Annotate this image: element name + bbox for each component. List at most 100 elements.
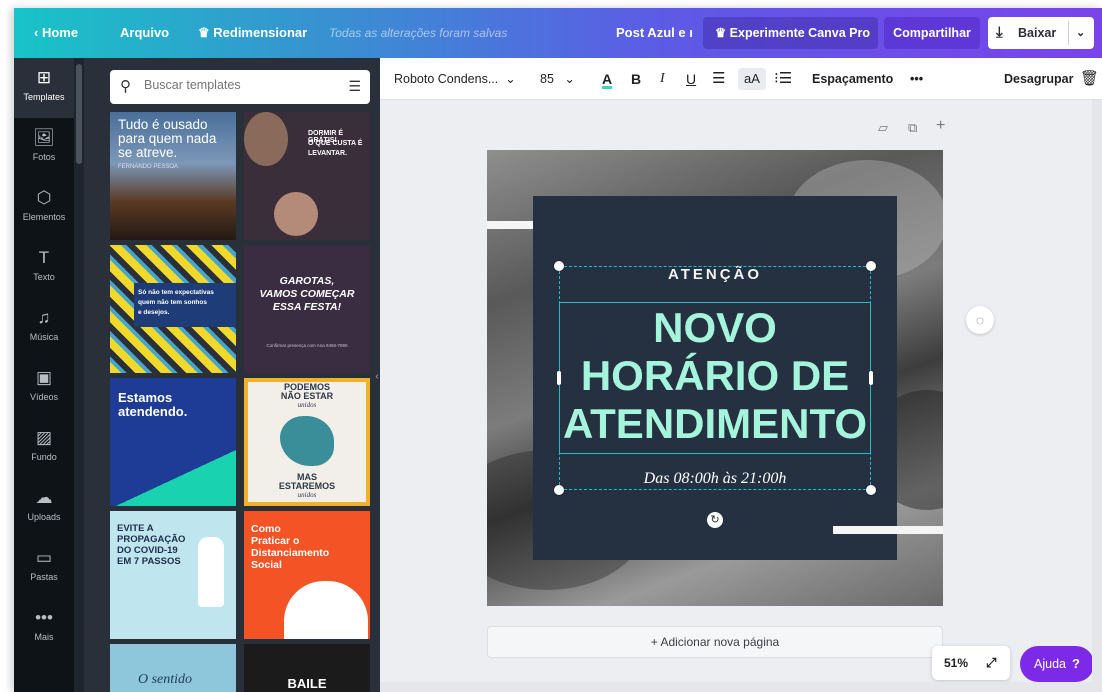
template-text: PROPAGAÇÃO bbox=[117, 534, 186, 545]
more-dots-icon: ••• bbox=[35, 608, 53, 627]
try-pro-button[interactable]: ♛ Experimente Canva Pro bbox=[703, 17, 878, 49]
ungroup-button[interactable]: Desagrupar bbox=[1004, 58, 1073, 100]
template-card[interactable]: Estamos atendendo. bbox=[110, 378, 236, 506]
duplicate-page-icon[interactable]: ⧉ bbox=[908, 120, 917, 136]
bold-button[interactable]: B bbox=[631, 58, 641, 100]
template-card[interactable]: O sentido bbox=[110, 644, 236, 692]
template-text: ESTAREMOS bbox=[278, 481, 336, 491]
template-text: GAROTAS, bbox=[279, 275, 335, 287]
vertical-scrollbar[interactable] bbox=[1092, 100, 1102, 692]
expand-icon[interactable]: ⤢ bbox=[986, 646, 996, 680]
font-size-dropdown[interactable]: 85 ⌄ bbox=[540, 58, 575, 100]
download-label: Baixar bbox=[1018, 26, 1057, 40]
side-nav: ⊞ Templates 🖼 Fotos ⬡ Elementos T Texto … bbox=[14, 58, 74, 692]
template-text: NÃO ESTAR bbox=[280, 391, 334, 401]
filter-icon[interactable]: ☰ bbox=[348, 78, 361, 95]
more-options-button[interactable]: ••• bbox=[910, 58, 923, 100]
design-title[interactable]: Post Azul e ı bbox=[616, 8, 693, 58]
white-bar-shape[interactable] bbox=[833, 526, 943, 534]
rail-label: Elementos bbox=[22, 212, 66, 222]
template-text: FERNANDO PESSOA bbox=[118, 164, 179, 170]
text-color-icon[interactable]: A bbox=[602, 58, 612, 100]
align-center-icon[interactable]: ☰ bbox=[712, 58, 725, 100]
chevron-down-icon: ⌄ bbox=[501, 72, 516, 86]
download-button[interactable]: ⤓ Baixar ⌄ bbox=[988, 17, 1094, 49]
template-card[interactable]: GAROTAS, VAMOS COMEÇAR ESSA FESTA! Confi… bbox=[244, 245, 370, 373]
side-handle[interactable] bbox=[869, 371, 873, 385]
chevron-down-icon[interactable]: ⌄ bbox=[1076, 17, 1085, 49]
template-card[interactable]: DORMIR É GRÁTIS! O QUE CUSTA É LEVANTAR. bbox=[244, 112, 370, 240]
trash-icon[interactable]: 🗑 bbox=[1080, 58, 1099, 100]
template-text: ESSA FESTA! bbox=[272, 301, 342, 313]
top-bar: ‹ Home Arquivo ♛ Redimensionar Todas as … bbox=[14, 8, 1102, 58]
resize-handle[interactable] bbox=[866, 261, 876, 271]
element-selection-box[interactable] bbox=[559, 302, 871, 454]
resize-handle[interactable] bbox=[866, 485, 876, 495]
template-photo bbox=[274, 192, 318, 236]
template-illustration bbox=[198, 537, 224, 607]
font-family-dropdown[interactable]: Roboto Condens... ⌄ bbox=[394, 58, 516, 100]
template-card[interactable]: Tudo é ousado para quem nada se atreve. … bbox=[110, 112, 236, 240]
help-button[interactable]: Ajuda? bbox=[1020, 646, 1094, 682]
rail-item-folders[interactable]: ▭ Pastas bbox=[14, 538, 74, 598]
template-text: O QUE CUSTA É bbox=[308, 140, 363, 147]
folder-icon: ▭ bbox=[35, 548, 53, 567]
text-card[interactable]: ATENÇÃO NOVO HORÁRIO DE ATENDIMENTO Das … bbox=[533, 196, 897, 560]
resize-handle[interactable] bbox=[554, 485, 564, 495]
download-separator bbox=[1068, 21, 1069, 45]
text-icon: T bbox=[38, 248, 50, 267]
search-icon: ⚲ bbox=[120, 78, 131, 95]
canva-editor: ‹ Home Arquivo ♛ Redimensionar Todas as … bbox=[14, 8, 1102, 692]
zoom-control[interactable]: 51% ⤢ bbox=[932, 646, 1010, 680]
home-button[interactable]: ‹ Home bbox=[34, 8, 78, 58]
rail-item-background[interactable]: ▨ Fundo bbox=[14, 418, 74, 478]
chevron-down-icon: ⌄ bbox=[557, 72, 575, 86]
template-card[interactable]: Só não tem expectativas quem não tem son… bbox=[110, 245, 236, 373]
template-text: unidos bbox=[297, 401, 317, 409]
rail-label: Pastas bbox=[30, 572, 58, 582]
text-toolbar: Roboto Condens... ⌄ 85 ⌄ A B I U ☰ aA ⁝☰… bbox=[380, 58, 1102, 100]
template-text: Tudo é ousado bbox=[118, 117, 208, 132]
resize-handle[interactable] bbox=[554, 261, 564, 271]
resize-button[interactable]: ♛ Redimensionar bbox=[198, 8, 307, 58]
rotate-icon[interactable]: ↻ bbox=[707, 512, 723, 528]
add-page-icon[interactable]: + bbox=[936, 117, 945, 135]
rail-label: Música bbox=[29, 332, 59, 342]
rail-item-elements[interactable]: ⬡ Elementos bbox=[14, 178, 74, 238]
rail-label: Templates bbox=[23, 92, 65, 102]
rail-label: Mais bbox=[34, 632, 54, 642]
share-button[interactable]: Compartilhar bbox=[884, 17, 980, 49]
design-page[interactable]: ATENÇÃO NOVO HORÁRIO DE ATENDIMENTO Das … bbox=[487, 150, 943, 606]
add-new-page-button[interactable]: + Adicionar nova página bbox=[487, 626, 943, 658]
list-icon[interactable]: ⁝☰ bbox=[774, 58, 792, 100]
rail-item-templates[interactable]: ⊞ Templates bbox=[14, 58, 74, 118]
template-illustration bbox=[284, 581, 368, 639]
text-case-button[interactable]: aA bbox=[738, 68, 766, 90]
note-icon[interactable]: ▱ bbox=[878, 120, 888, 136]
template-card[interactable]: Como Praticar o Distanciamento Social bbox=[244, 511, 370, 639]
spacing-button[interactable]: Espaçamento bbox=[812, 58, 893, 100]
music-icon: ♫ bbox=[37, 308, 51, 327]
underline-button[interactable]: U bbox=[686, 58, 696, 100]
search-input[interactable] bbox=[144, 78, 324, 92]
add-comment-icon[interactable]: ◌ bbox=[966, 306, 994, 334]
rail-item-uploads[interactable]: ☁ Uploads bbox=[14, 478, 74, 538]
horizontal-scrollbar[interactable] bbox=[380, 682, 1092, 692]
template-card[interactable]: PODEMOS NÃO ESTAR unidos MAS ESTAREMOS u… bbox=[244, 378, 370, 506]
background-icon: ▨ bbox=[35, 428, 53, 447]
rail-item-photos[interactable]: 🖼 Fotos bbox=[14, 118, 74, 178]
templates-panel: ⚲ ☰ Tudo é ousado para quem nada se atre… bbox=[74, 58, 380, 692]
template-card[interactable]: BAILE bbox=[244, 644, 370, 692]
scrollbar-thumb[interactable] bbox=[76, 64, 82, 164]
template-text: atendendo. bbox=[118, 404, 188, 419]
italic-button[interactable]: I bbox=[660, 58, 665, 100]
rail-item-text[interactable]: T Texto bbox=[14, 238, 74, 298]
side-handle[interactable] bbox=[557, 371, 561, 385]
rail-item-more[interactable]: ••• Mais bbox=[14, 598, 74, 658]
template-card[interactable]: EVITE A PROPAGAÇÃO DO COVID-19 EM 7 PASS… bbox=[110, 511, 236, 639]
rail-item-videos[interactable]: ▣ Vídeos bbox=[14, 358, 74, 418]
rail-item-music[interactable]: ♫ Música bbox=[14, 298, 74, 358]
file-menu-button[interactable]: Arquivo bbox=[120, 8, 169, 58]
save-status: Todas as alterações foram salvas bbox=[329, 26, 508, 40]
panel-scrollbar[interactable] bbox=[74, 58, 84, 692]
